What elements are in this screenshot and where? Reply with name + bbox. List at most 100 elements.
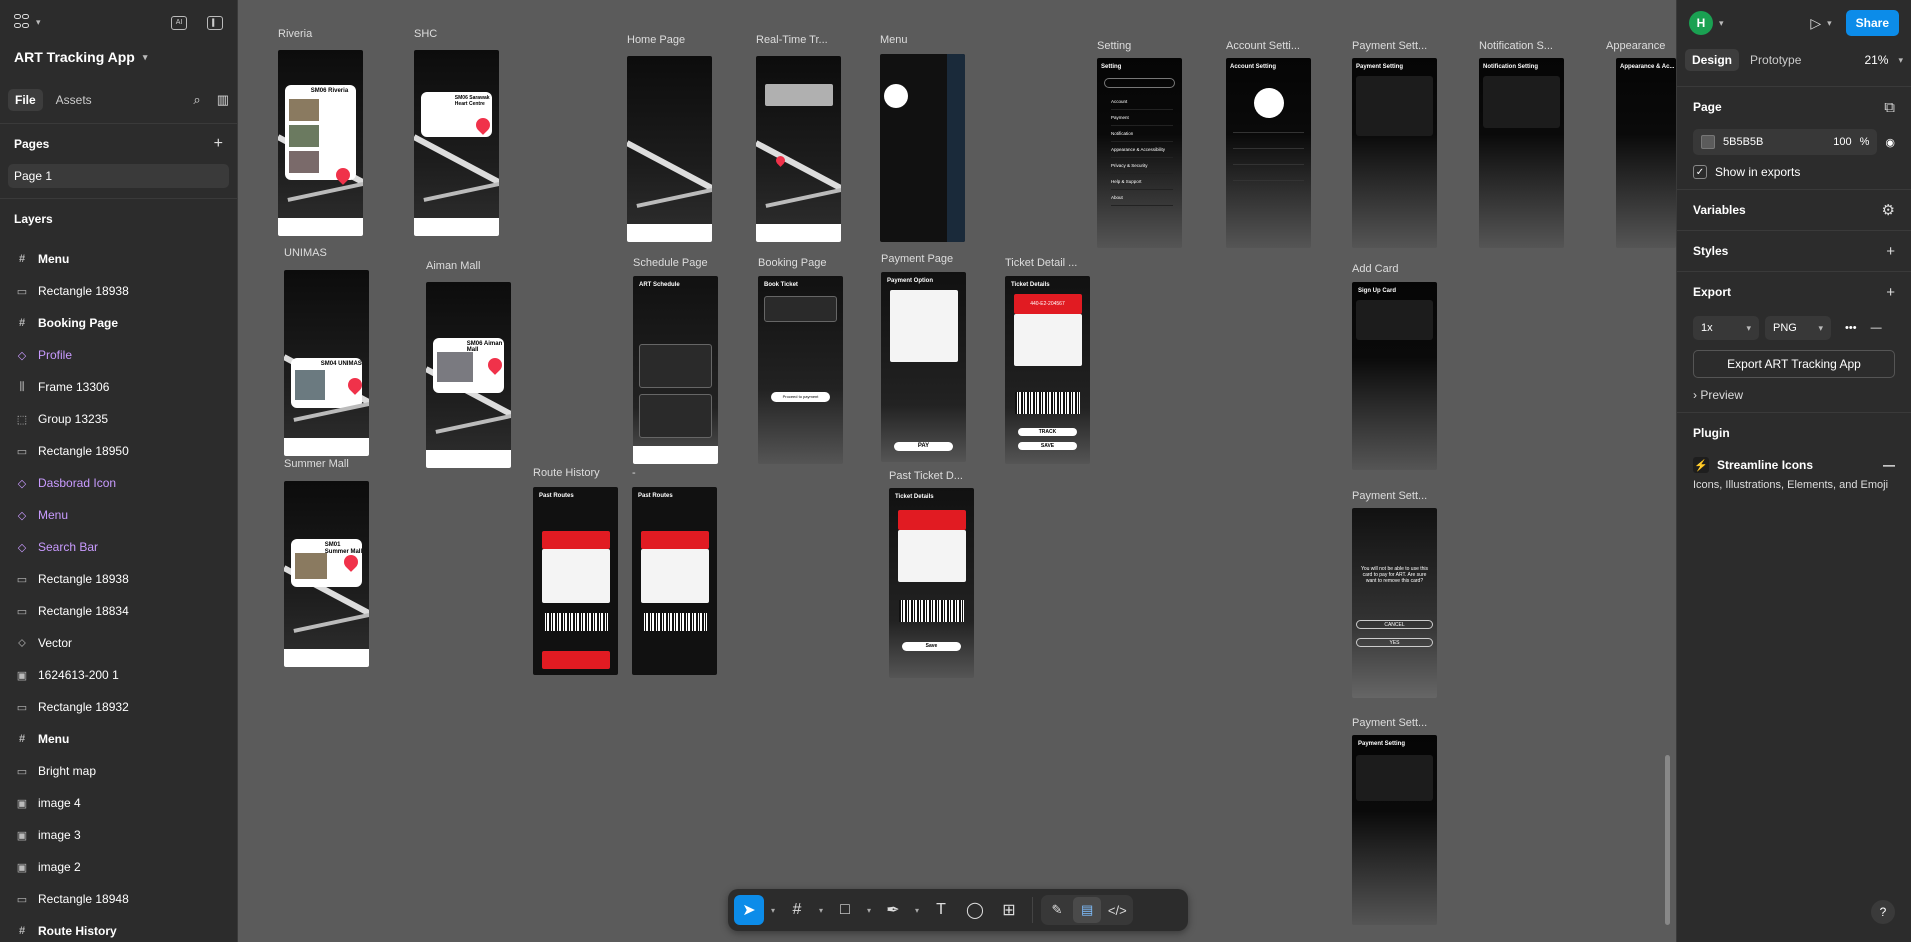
layer-item[interactable]: ▭ Rectangle 18938 xyxy=(0,563,237,595)
layer-item[interactable]: ⬚ Group 13235 xyxy=(0,403,237,435)
present-play-icon[interactable]: ▷ xyxy=(1810,15,1821,32)
tab-file[interactable]: File xyxy=(8,89,43,111)
chevron-down-icon[interactable]: ▾ xyxy=(1719,18,1724,29)
screen-appearance[interactable]: Appearance & Ac... xyxy=(1616,58,1676,248)
chevron-down-icon[interactable]: ▾ xyxy=(768,906,778,915)
dev-mode-icon[interactable]: </> xyxy=(1103,897,1131,923)
chevron-down-icon[interactable]: ▾ xyxy=(36,17,41,28)
canvas[interactable]: Riveria SM06 Riveria SHC SM06 Sarawak He… xyxy=(238,0,1676,942)
frame-label-dash[interactable]: - xyxy=(632,467,636,479)
frame-label-realtime[interactable]: Real-Time Tr... xyxy=(756,34,828,46)
ai-icon[interactable]: AI xyxy=(171,15,187,30)
screen-schedule[interactable]: ART Schedule xyxy=(633,276,718,464)
frame-label-menu[interactable]: Menu xyxy=(880,34,908,46)
frame-label-payset3[interactable]: Payment Sett... xyxy=(1352,717,1427,729)
frame-label-schedule[interactable]: Schedule Page xyxy=(633,257,708,269)
layer-item[interactable]: ▭ Rectangle 18938 xyxy=(0,275,237,307)
avatar[interactable]: H xyxy=(1689,11,1713,35)
frame-label-booking[interactable]: Booking Page xyxy=(758,257,827,269)
frame-label-aiman[interactable]: Aiman Mall xyxy=(426,260,480,272)
layer-item[interactable]: ⬦ Vector xyxy=(0,627,237,659)
screen-remove-card[interactable]: You will not be able to use this card to… xyxy=(1352,508,1437,698)
frame-label-route[interactable]: Route History xyxy=(533,467,600,479)
frame-label-summer[interactable]: Summer Mall xyxy=(284,458,349,470)
frame-label-payment[interactable]: Payment Page xyxy=(881,253,953,265)
page-style-icon[interactable]: ⧉ xyxy=(1884,99,1895,116)
layer-item[interactable]: ▣ 1624613-200 1 xyxy=(0,659,237,691)
frame-tool-icon[interactable]: # xyxy=(782,895,812,925)
preview-toggle[interactable]: › Preview xyxy=(1693,388,1895,402)
canvas-scrollbar[interactable] xyxy=(1665,755,1670,925)
frame-label-addcard[interactable]: Add Card xyxy=(1352,263,1398,275)
export-scale-select[interactable]: 1x ▾ xyxy=(1693,316,1759,340)
export-button[interactable]: Export ART Tracking App xyxy=(1693,350,1895,378)
screen-ticket[interactable]: Ticket Details 440-E2-204567 TRACK SAVE xyxy=(1005,276,1090,464)
move-tool-icon[interactable]: ➤ xyxy=(734,895,764,925)
share-button[interactable]: Share xyxy=(1845,10,1899,36)
layer-item[interactable]: # Route History xyxy=(0,915,237,942)
layer-item[interactable]: ▣ image 2 xyxy=(0,851,237,883)
chevron-down-icon[interactable]: ▾ xyxy=(864,906,874,915)
eye-icon[interactable]: ◉ xyxy=(1885,136,1895,149)
frame-label-setting[interactable]: Setting xyxy=(1097,40,1131,52)
screen-add-card[interactable]: Sign Up Card xyxy=(1352,282,1437,470)
figma-menu-icon[interactable] xyxy=(14,13,30,32)
layer-item[interactable]: ◇ Profile xyxy=(0,339,237,371)
page-item[interactable]: Page 1 xyxy=(8,164,229,188)
screen-past-ticket[interactable]: Ticket Details Save xyxy=(889,488,974,678)
frame-label-account[interactable]: Account Setti... xyxy=(1226,40,1300,52)
zoom-level[interactable]: 21% xyxy=(1864,53,1888,67)
actions-icon[interactable]: ⊞ xyxy=(994,895,1024,925)
screen-realtime[interactable] xyxy=(756,56,841,242)
library-icon[interactable]: ▥ xyxy=(217,92,229,108)
comment-tool-icon[interactable]: ◯ xyxy=(960,895,990,925)
screen-setting[interactable]: Setting Account Payment Notification Appear… xyxy=(1097,58,1182,248)
pen-tool-icon[interactable]: ✒ xyxy=(878,895,908,925)
frame-label-pastticket[interactable]: Past Ticket D... xyxy=(889,470,963,482)
frame-label-unimas[interactable]: UNIMAS xyxy=(284,247,327,259)
screen-payment-setting[interactable]: Payment Setting xyxy=(1352,58,1437,248)
design-mode-icon[interactable]: ▤ xyxy=(1073,897,1102,923)
help-icon[interactable]: ? xyxy=(1871,900,1895,924)
rectangle-tool-icon[interactable]: □ xyxy=(830,895,860,925)
layer-item[interactable]: ◇ Menu xyxy=(0,499,237,531)
screen-unimas[interactable]: SM04 UNIMAS xyxy=(284,270,369,456)
layer-item[interactable]: ▭ Rectangle 18932 xyxy=(0,691,237,723)
layer-item[interactable]: # Menu xyxy=(0,243,237,275)
frame-label-shc[interactable]: SHC xyxy=(414,28,437,40)
screen-booking[interactable]: Book Ticket Proceed to payment xyxy=(758,276,843,464)
color-swatch[interactable] xyxy=(1701,135,1715,149)
frame-label-payset1[interactable]: Payment Sett... xyxy=(1352,40,1427,52)
add-export-icon[interactable]: + xyxy=(1886,284,1895,301)
layer-item[interactable]: ▣ image 4 xyxy=(0,787,237,819)
toggle-sidebar-icon[interactable]: ▍ xyxy=(207,15,223,30)
tab-prototype[interactable]: Prototype xyxy=(1743,49,1808,71)
screen-summer[interactable]: SM01 Summer Mall xyxy=(284,481,369,667)
frame-label-home[interactable]: Home Page xyxy=(627,34,685,46)
layer-item[interactable]: ◇ Dasborad Icon xyxy=(0,467,237,499)
frame-label-ticket[interactable]: Ticket Detail ... xyxy=(1005,257,1077,269)
layer-item[interactable]: ▭ Rectangle 18948 xyxy=(0,883,237,915)
layer-item[interactable]: ▭ Rectangle 18834 xyxy=(0,595,237,627)
show-in-exports-row[interactable]: ✓ Show in exports xyxy=(1693,165,1895,179)
frame-label-appearance[interactable]: Appearance xyxy=(1606,40,1665,52)
screen-home[interactable] xyxy=(627,56,712,242)
add-style-icon[interactable]: + xyxy=(1886,243,1895,260)
layer-item[interactable]: # Menu xyxy=(0,723,237,755)
search-icon[interactable]: ⌕ xyxy=(193,92,200,108)
layer-item[interactable]: ▭ Rectangle 18950 xyxy=(0,435,237,467)
screen-account[interactable]: Account Setting xyxy=(1226,58,1311,248)
plugin-item[interactable]: ⚡ Streamline Icons — xyxy=(1693,457,1895,473)
layer-item[interactable]: ▣ image 3 xyxy=(0,819,237,851)
export-format-select[interactable]: PNG ▾ xyxy=(1765,316,1831,340)
chevron-down-icon[interactable]: ▾ xyxy=(912,906,922,915)
frame-label-riveria[interactable]: Riveria xyxy=(278,28,312,40)
layer-item[interactable]: # Booking Page xyxy=(0,307,237,339)
chevron-down-icon[interactable]: ▾ xyxy=(816,906,826,915)
tab-design[interactable]: Design xyxy=(1685,49,1740,71)
fill-opacity[interactable]: 100 xyxy=(1833,136,1851,148)
add-page-icon[interactable]: + xyxy=(214,135,223,153)
layer-item[interactable]: ⫼ Frame 13306 xyxy=(0,371,237,403)
checkbox-checked-icon[interactable]: ✓ xyxy=(1693,165,1707,179)
tab-assets[interactable]: Assets xyxy=(49,89,99,111)
